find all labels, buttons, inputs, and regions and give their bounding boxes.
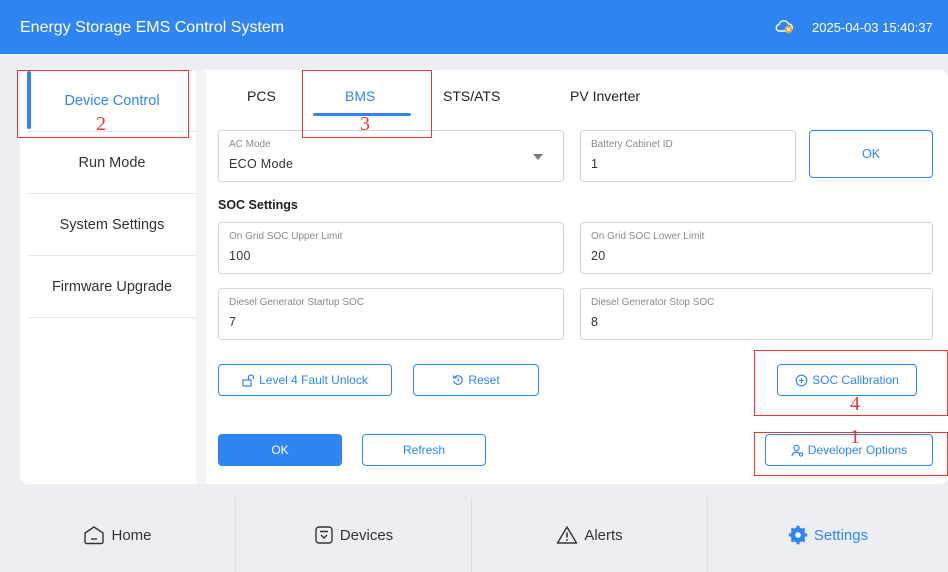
nav-devices-label: Devices — [339, 526, 394, 544]
alert-icon — [557, 526, 578, 544]
reset-icon — [452, 375, 464, 385]
battery-cabinet-id-field[interactable]: Battery Cabinet ID 1 — [580, 130, 796, 182]
sidebar-item-firmware-upgrade[interactable]: Firmware Upgrade — [28, 256, 196, 318]
top-bar: Energy Storage EMS Control System 2025-0… — [0, 0, 948, 54]
soc-settings-title: SOC Settings — [218, 198, 298, 212]
cloud-warning-icon — [775, 20, 793, 34]
nav-settings[interactable]: Settings — [708, 498, 948, 572]
nav-devices[interactable]: Devices — [236, 498, 472, 572]
devices-icon — [315, 526, 333, 544]
annotation-number-1: 1 — [850, 426, 860, 448]
reset-label: Reset — [468, 373, 500, 387]
sidebar-item-system-settings[interactable]: System Settings — [28, 194, 196, 256]
unlock-icon — [242, 373, 255, 387]
diesel-stop-soc-label: Diesel Generator Stop SOC — [591, 297, 715, 308]
nav-home[interactable]: Home — [0, 498, 236, 572]
home-icon — [84, 526, 105, 545]
ac-mode-label: AC Mode — [229, 139, 271, 150]
annotation-number-3: 3 — [360, 113, 370, 135]
tab-pv-inverter[interactable]: PV Inverter — [570, 88, 640, 104]
tab-pcs[interactable]: PCS — [247, 88, 276, 104]
diesel-stop-soc-value: 8 — [591, 315, 599, 329]
refresh-button[interactable]: Refresh — [362, 434, 486, 466]
battery-cabinet-ok-button[interactable]: OK — [809, 130, 933, 178]
level4-fault-unlock-button[interactable]: Level 4 Fault Unlock — [218, 364, 392, 396]
on-grid-soc-upper-value: 100 — [229, 249, 251, 263]
sidebar-divider — [196, 70, 206, 484]
app-title: Energy Storage EMS Control System — [20, 19, 285, 36]
level4-fault-unlock-label: Level 4 Fault Unlock — [259, 373, 368, 387]
on-grid-soc-upper-label: On Grid SOC Upper Limit — [229, 231, 343, 242]
reset-button[interactable]: Reset — [413, 364, 539, 396]
nav-alerts-label: Alerts — [584, 526, 623, 544]
on-grid-soc-lower-label: On Grid SOC Lower Limit — [591, 231, 705, 242]
battery-cabinet-id-label: Battery Cabinet ID — [591, 139, 673, 150]
on-grid-soc-upper-field[interactable]: On Grid SOC Upper Limit 100 — [218, 222, 564, 274]
form-ok-button[interactable]: OK — [218, 434, 342, 466]
diesel-startup-soc-field[interactable]: Diesel Generator Startup SOC 7 — [218, 288, 564, 340]
settings-icon — [788, 525, 808, 545]
annotation-number-2: 2 — [96, 113, 106, 135]
tab-sts-ats[interactable]: STS/ATS — [443, 88, 500, 104]
sidebar-item-run-mode[interactable]: Run Mode — [28, 132, 196, 194]
on-grid-soc-lower-value: 20 — [591, 249, 606, 263]
diesel-startup-soc-value: 7 — [229, 315, 237, 329]
nav-settings-label: Settings — [813, 526, 869, 544]
datetime: 2025-04-03 15:40:37 — [812, 20, 933, 35]
chevron-down-icon — [533, 154, 543, 160]
on-grid-soc-lower-field[interactable]: On Grid SOC Lower Limit 20 — [580, 222, 933, 274]
diesel-startup-soc-label: Diesel Generator Startup SOC — [229, 297, 365, 308]
diesel-stop-soc-field[interactable]: Diesel Generator Stop SOC 8 — [580, 288, 933, 340]
nav-home-label: Home — [111, 526, 152, 544]
battery-cabinet-id-value: 1 — [591, 157, 599, 171]
ac-mode-value: ECO Mode — [229, 157, 294, 171]
annotation-number-4: 4 — [850, 393, 860, 415]
nav-alerts[interactable]: Alerts — [472, 498, 708, 572]
